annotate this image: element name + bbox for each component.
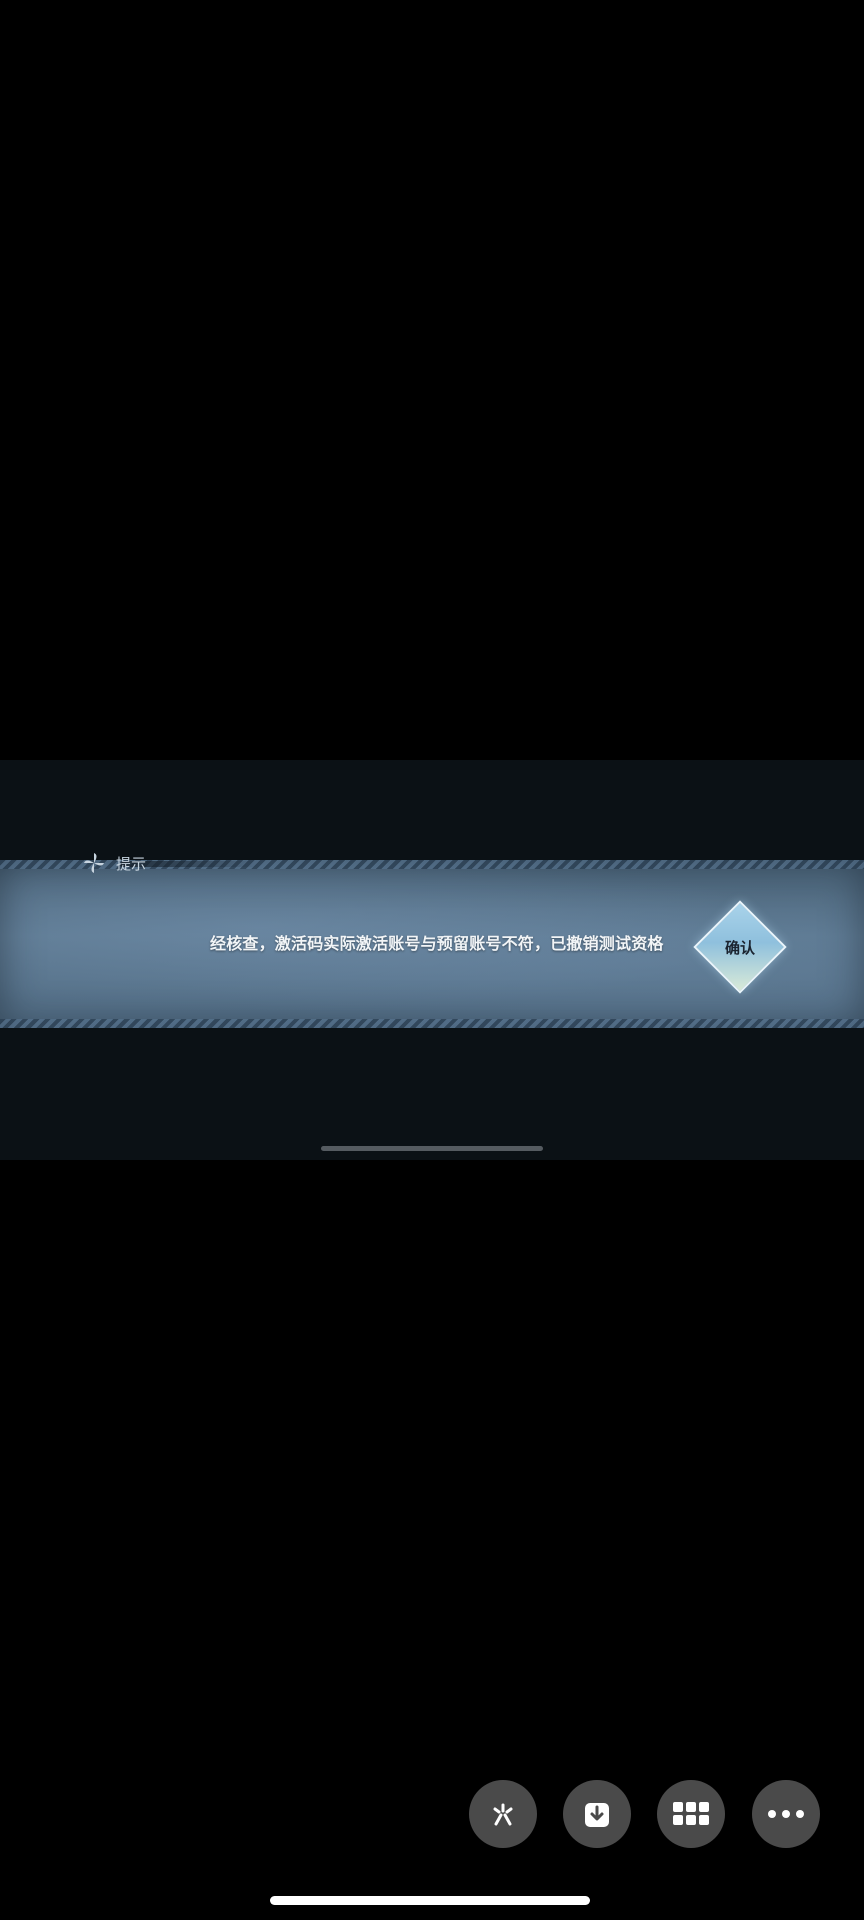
more-icon (766, 1808, 806, 1820)
home-indicator[interactable] (270, 1896, 590, 1905)
dialog-title: 提示 (116, 854, 147, 873)
screen: 提示 经核查，激活码实际激活账号与预留账号不符，已撤销测试资格 确认 (0, 0, 864, 1920)
pinwheel-icon (82, 851, 106, 875)
more-button[interactable] (752, 1780, 820, 1848)
download-icon (580, 1797, 614, 1831)
download-button[interactable] (563, 1780, 631, 1848)
grid-button[interactable] (657, 1780, 725, 1848)
grid-icon (671, 1799, 711, 1829)
confirm-button[interactable]: 确认 (693, 900, 787, 994)
dialog-message: 经核查，激活码实际激活账号与预留账号不符，已撤销测试资格 (210, 934, 664, 953)
share-icon (486, 1797, 520, 1831)
banner-bottom-border (0, 1019, 864, 1028)
inner-home-indicator (321, 1146, 543, 1151)
confirm-label: 确认 (724, 938, 755, 957)
share-button[interactable] (469, 1780, 537, 1848)
dialog-title-row: 提示 (82, 850, 146, 876)
